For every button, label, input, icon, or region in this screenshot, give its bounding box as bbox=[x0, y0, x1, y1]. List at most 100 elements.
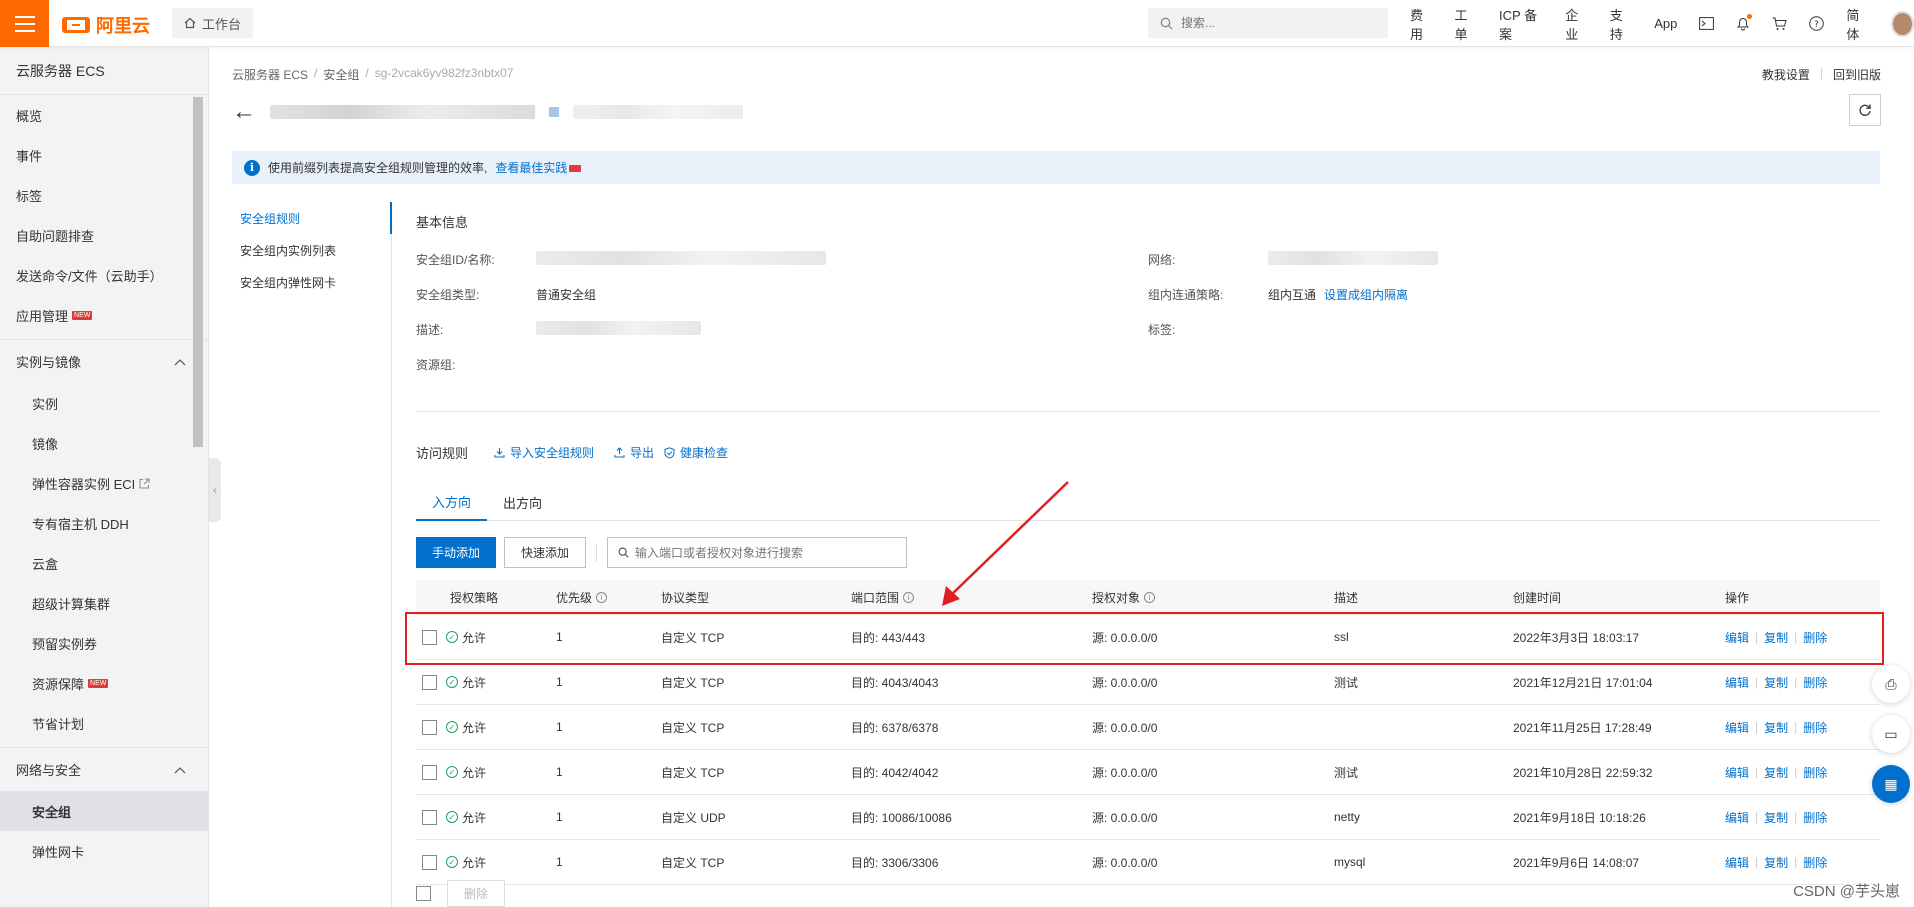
guide-link[interactable]: 教我设置 bbox=[1762, 66, 1810, 83]
row-checkbox[interactable] bbox=[422, 854, 437, 870]
sidebar-item-tags[interactable]: 标签 bbox=[0, 175, 208, 215]
import-rules-link[interactable]: 导入安全组规则 bbox=[494, 444, 594, 461]
health-check-link[interactable]: 健康检查 bbox=[664, 444, 728, 461]
user-avatar[interactable] bbox=[1890, 10, 1914, 37]
refresh-button[interactable] bbox=[1849, 94, 1881, 126]
delete-link[interactable]: 删除 bbox=[1803, 674, 1827, 691]
table-row[interactable]: ✓ 允许 1 自定义 UDP 目的: 10086/10086 源: 0.0.0.0/0 ne… bbox=[416, 795, 1880, 840]
table-row[interactable]: ✓ 允许 1 自定义 TCP 目的: 443/443 源: 0.0.0.0/0 ssl 202… bbox=[416, 615, 1880, 660]
table-row[interactable]: ✓ 允许 1 自定义 TCP 目的: 6378/6378 源: 0.0.0.0/0 2021… bbox=[416, 705, 1880, 750]
hamburger-menu-icon[interactable] bbox=[0, 0, 49, 47]
delete-link[interactable]: 删除 bbox=[1803, 719, 1827, 736]
sidebar-item-eni[interactable]: 弹性网卡 bbox=[0, 831, 208, 871]
back-arrow-icon[interactable]: ← bbox=[232, 100, 256, 124]
terminal-icon[interactable] bbox=[1699, 16, 1715, 32]
breadcrumb-ecs[interactable]: 云服务器 ECS bbox=[232, 66, 308, 83]
row-checkbox[interactable] bbox=[422, 809, 437, 825]
edit-link[interactable]: 编辑 bbox=[1725, 854, 1749, 871]
sidebar-item-eci[interactable]: 弹性容器实例 ECI bbox=[0, 463, 208, 503]
top-link-fees[interactable]: 费用 bbox=[1410, 5, 1433, 43]
sidebar-item-app-mgmt[interactable]: 应用管理 NEW bbox=[0, 295, 208, 335]
set-isolation-link[interactable]: 设置成组内隔离 bbox=[1324, 286, 1408, 303]
bell-icon[interactable] bbox=[1736, 13, 1753, 32]
help-icon[interactable]: i bbox=[1144, 591, 1156, 603]
chat-icon[interactable]: ▭ bbox=[1872, 715, 1910, 753]
sidebar-item-ddh[interactable]: 专有宿主机 DDH bbox=[0, 503, 208, 543]
row-checkbox[interactable] bbox=[422, 629, 437, 645]
sidebar-item-scc[interactable]: 超级计算集群 bbox=[0, 583, 208, 623]
copy-link[interactable]: 复制 bbox=[1764, 629, 1788, 646]
copy-link[interactable]: 复制 bbox=[1764, 854, 1788, 871]
sidebar-item-events[interactable]: 事件 bbox=[0, 135, 208, 175]
quick-add-button[interactable]: 快速添加 bbox=[504, 537, 587, 568]
old-version-link[interactable]: 回到旧版 bbox=[1833, 66, 1881, 83]
top-link-tickets[interactable]: 工单 bbox=[1455, 5, 1478, 43]
language-switch[interactable]: 简体 bbox=[1846, 5, 1869, 43]
sidebar-item-security-group[interactable]: 安全组 bbox=[0, 791, 208, 831]
table-body: ✓ 允许 1 自定义 TCP 目的: 443/443 源: 0.0.0.0/0 ssl 202… bbox=[416, 615, 1880, 885]
top-link-app[interactable]: App bbox=[1654, 16, 1677, 31]
top-link-support[interactable]: 支持 bbox=[1610, 5, 1633, 43]
sidebar-item-overview[interactable]: 概览 bbox=[0, 95, 208, 135]
global-search-input[interactable] bbox=[1181, 16, 1371, 30]
feedback-icon[interactable]: ⎙ bbox=[1872, 665, 1910, 703]
cell-desc: 测试 bbox=[1334, 765, 1359, 780]
aliyun-logo[interactable]: 阿里云 bbox=[62, 12, 150, 38]
table-row[interactable]: ✓ 允许 1 自定义 TCP 目的: 3306/3306 源: 0.0.0.0/0 mysq… bbox=[416, 840, 1880, 885]
sidebar-item-instances[interactable]: 实例 bbox=[0, 383, 208, 423]
tab-outbound[interactable]: 出方向 bbox=[487, 483, 558, 521]
subnav-eni[interactable]: 安全组内弹性网卡 bbox=[232, 266, 391, 298]
sidebar-group-network[interactable]: 网络与安全 bbox=[0, 747, 208, 791]
sidebar-item-troubleshoot[interactable]: 自助问题排查 bbox=[0, 215, 208, 255]
edit-link[interactable]: 编辑 bbox=[1725, 764, 1749, 781]
help-icon[interactable]: i bbox=[596, 591, 608, 603]
sidebar-item-images[interactable]: 镜像 bbox=[0, 423, 208, 463]
copy-link[interactable]: 复制 bbox=[1764, 809, 1788, 826]
delete-link[interactable]: 删除 bbox=[1803, 629, 1827, 646]
tab-inbound[interactable]: 入方向 bbox=[416, 483, 488, 521]
cell-priority: 1 bbox=[556, 765, 563, 779]
sidebar-collapse-handle[interactable]: ‹ bbox=[209, 458, 221, 522]
delete-link[interactable]: 删除 bbox=[1803, 809, 1827, 826]
sidebar-item-reserved[interactable]: 预留实例券 bbox=[0, 623, 208, 663]
sidebar-item-cloudbox[interactable]: 云盒 bbox=[0, 543, 208, 583]
top-link-icp[interactable]: ICP 备案 bbox=[1499, 5, 1543, 43]
row-checkbox[interactable] bbox=[422, 719, 437, 735]
row-checkbox[interactable] bbox=[422, 764, 437, 780]
subnav-instances[interactable]: 安全组内实例列表 bbox=[232, 234, 391, 266]
table-row[interactable]: ✓ 允许 1 自定义 TCP 目的: 4043/4043 源: 0.0.0.0/0 测试 20… bbox=[416, 660, 1880, 705]
sidebar-group-instances[interactable]: 实例与镜像 bbox=[0, 339, 208, 383]
batch-delete-button[interactable]: 删除 bbox=[447, 880, 506, 907]
cart-icon[interactable] bbox=[1772, 16, 1788, 32]
best-practice-link[interactable]: 查看最佳实践 bbox=[495, 159, 582, 176]
global-search[interactable] bbox=[1148, 8, 1388, 38]
select-all-checkbox[interactable] bbox=[416, 886, 431, 901]
manual-add-button[interactable]: 手动添加 bbox=[416, 537, 497, 568]
table-row[interactable]: ✓ 允许 1 自定义 TCP 目的: 4042/4042 源: 0.0.0.0/0 测试 20… bbox=[416, 750, 1880, 795]
copy-link[interactable]: 复制 bbox=[1764, 764, 1788, 781]
rule-search[interactable] bbox=[607, 537, 908, 568]
delete-link[interactable]: 删除 bbox=[1803, 764, 1827, 781]
rule-search-input[interactable] bbox=[635, 545, 896, 560]
copy-icon[interactable] bbox=[549, 107, 559, 117]
edit-link[interactable]: 编辑 bbox=[1725, 809, 1749, 826]
sidebar-item-saving-plan[interactable]: 节省计划 bbox=[0, 703, 208, 743]
workbench-button[interactable]: 工作台 bbox=[172, 8, 254, 38]
delete-link[interactable]: 删除 bbox=[1803, 854, 1827, 871]
copy-link[interactable]: 复制 bbox=[1764, 674, 1788, 691]
export-link[interactable]: 导出 bbox=[614, 444, 654, 461]
edit-link[interactable]: 编辑 bbox=[1725, 629, 1749, 646]
help-icon[interactable]: ? bbox=[1809, 16, 1825, 32]
apps-grid-icon[interactable]: ▦ bbox=[1872, 765, 1910, 803]
row-checkbox[interactable] bbox=[422, 674, 437, 690]
subnav-rules[interactable]: 安全组规则 bbox=[232, 202, 392, 234]
copy-link[interactable]: 复制 bbox=[1764, 719, 1788, 736]
help-icon[interactable]: i bbox=[903, 591, 915, 603]
sidebar-scrollbar[interactable] bbox=[193, 97, 203, 447]
breadcrumb-security-group[interactable]: 安全组 bbox=[323, 66, 359, 83]
edit-link[interactable]: 编辑 bbox=[1725, 719, 1749, 736]
edit-link[interactable]: 编辑 bbox=[1725, 674, 1749, 691]
sidebar-item-cloud-assistant[interactable]: 发送命令/文件（云助手） bbox=[0, 255, 208, 295]
sidebar-item-resource-guard[interactable]: 资源保障 NEW bbox=[0, 663, 208, 703]
top-link-enterprise[interactable]: 企业 bbox=[1565, 5, 1588, 43]
